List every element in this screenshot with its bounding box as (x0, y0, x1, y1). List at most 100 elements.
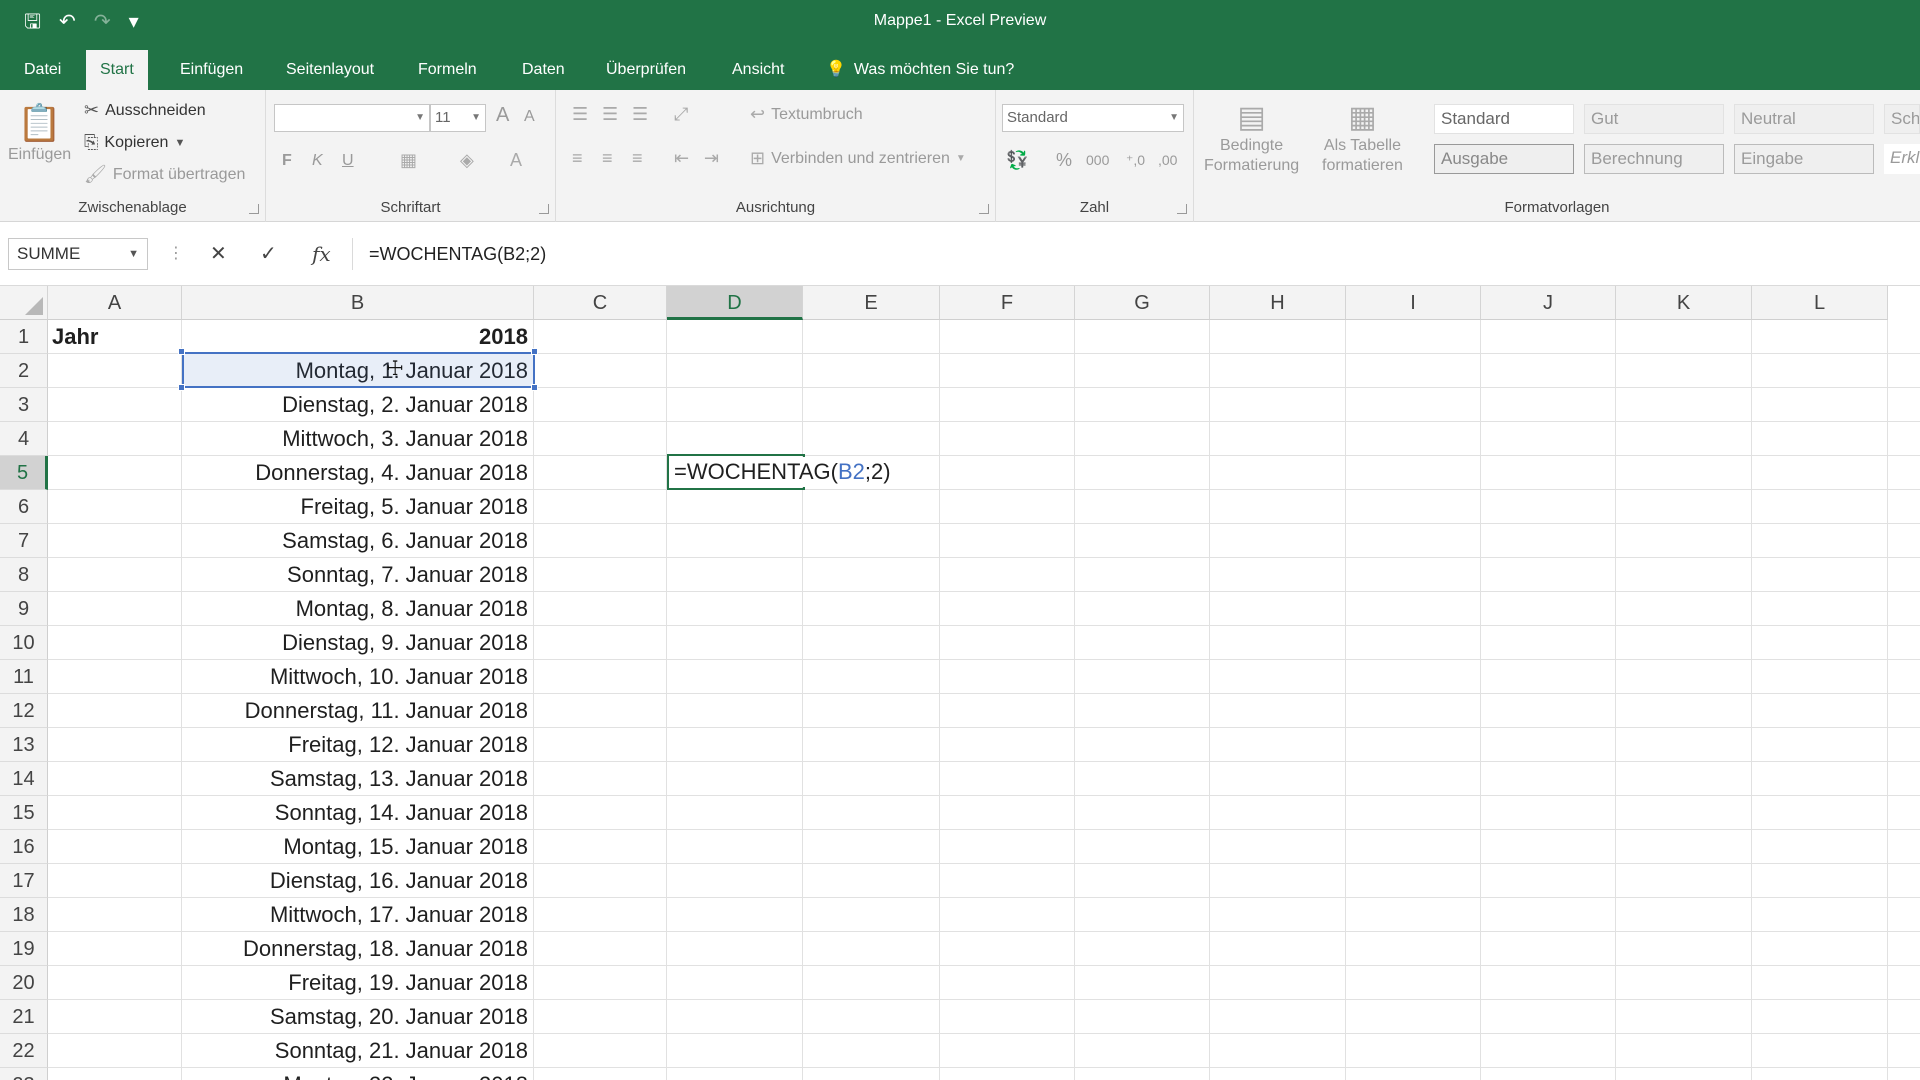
tab-seitenlayout[interactable]: Seitenlayout (272, 50, 388, 90)
align-right-button[interactable]: ≡ (632, 148, 643, 169)
tell-me-box[interactable]: 💡 Was möchten Sie tun? (826, 50, 1014, 90)
cell-editor[interactable]: =WOCHENTAG(B2;2) (670, 457, 891, 487)
cell-b16[interactable]: Montag, 15. Januar 2018 (182, 830, 534, 864)
increase-indent-button[interactable]: ⇥ (704, 148, 719, 169)
row-header-21[interactable]: 21 (0, 1000, 48, 1034)
column-header-b[interactable]: B (182, 286, 534, 320)
row-header-19[interactable]: 19 (0, 932, 48, 966)
column-header-j[interactable]: J (1481, 286, 1616, 320)
wrap-text-button[interactable]: ↩ Textumbruch (750, 104, 863, 125)
currency-button[interactable]: 💱 (1006, 150, 1028, 171)
row-header-13[interactable]: 13 (0, 728, 48, 762)
row-header-14[interactable]: 14 (0, 762, 48, 796)
cell-b9[interactable]: Montag, 8. Januar 2018 (182, 592, 534, 626)
cell-b7[interactable]: Samstag, 6. Januar 2018 (182, 524, 534, 558)
cut-button[interactable]: ✂ Ausschneiden (84, 100, 206, 121)
align-bottom-button[interactable]: ☰ (632, 104, 648, 125)
cell-b3[interactable]: Dienstag, 2. Januar 2018 (182, 388, 534, 422)
dialog-launcher-icon[interactable] (249, 204, 259, 214)
chevron-down-icon[interactable]: ▼ (128, 239, 139, 269)
grow-font-button[interactable]: A (496, 104, 509, 127)
row-header-2[interactable]: 2 (0, 354, 48, 388)
row-header-8[interactable]: 8 (0, 558, 48, 592)
font-color-button[interactable]: A (510, 150, 522, 171)
cell-b23[interactable]: Montag, 22. Januar 2018 (182, 1068, 534, 1080)
cell-b4[interactable]: Mittwoch, 3. Januar 2018 (182, 422, 534, 456)
border-button[interactable]: ▦ (400, 150, 417, 171)
cell-b13[interactable]: Freitag, 12. Januar 2018 (182, 728, 534, 762)
cell-b20[interactable]: Freitag, 19. Januar 2018 (182, 966, 534, 1000)
format-as-table-button[interactable]: ▦ Als Tabelle formatieren (1322, 100, 1403, 175)
style-gut[interactable]: Gut (1584, 104, 1724, 134)
merge-center-button[interactable]: ⊞ Verbinden und zentrieren ▼ (750, 148, 966, 169)
shrink-font-button[interactable]: A (524, 108, 535, 126)
column-header-c[interactable]: C (534, 286, 667, 320)
row-header-18[interactable]: 18 (0, 898, 48, 932)
fill-color-button[interactable]: ◈ (460, 150, 474, 171)
tab-formeln[interactable]: Formeln (404, 50, 491, 90)
increase-decimal-button[interactable]: ⁺,0 (1126, 152, 1145, 169)
style-ausgabe[interactable]: Ausgabe (1434, 144, 1574, 174)
tab-start[interactable]: Start (86, 50, 148, 90)
cell-a1[interactable]: Jahr (52, 320, 98, 354)
cell-b17[interactable]: Dienstag, 16. Januar 2018 (182, 864, 534, 898)
copy-button[interactable]: ⎘ Kopieren ▼ (84, 132, 185, 153)
row-header-7[interactable]: 7 (0, 524, 48, 558)
dialog-launcher-icon[interactable] (1177, 204, 1187, 214)
cell-b15[interactable]: Sonntag, 14. Januar 2018 (182, 796, 534, 830)
formula-input[interactable]: =WOCHENTAG(B2;2) (352, 238, 1920, 270)
percent-button[interactable]: % (1056, 150, 1072, 171)
column-header-f[interactable]: F (940, 286, 1075, 320)
decrease-indent-button[interactable]: ⇤ (674, 148, 689, 169)
cell-b8[interactable]: Sonntag, 7. Januar 2018 (182, 558, 534, 592)
row-header-20[interactable]: 20 (0, 966, 48, 1000)
align-middle-button[interactable]: ☰ (602, 104, 618, 125)
align-left-button[interactable]: ≡ (572, 148, 583, 169)
tab-datei[interactable]: Datei (10, 50, 75, 90)
style-erklaerend[interactable]: Erkl (1884, 144, 1920, 174)
cell-b19[interactable]: Donnerstag, 18. Januar 2018 (182, 932, 534, 966)
row-header-11[interactable]: 11 (0, 660, 48, 694)
column-header-l[interactable]: L (1752, 286, 1888, 320)
thousands-button[interactable]: 000 (1086, 152, 1109, 168)
cell-b6[interactable]: Freitag, 5. Januar 2018 (182, 490, 534, 524)
decrease-decimal-button[interactable]: ,00 (1158, 152, 1177, 168)
cancel-icon[interactable]: ✕ (210, 238, 227, 270)
column-header-a[interactable]: A (48, 286, 182, 320)
cell-b18[interactable]: Mittwoch, 17. Januar 2018 (182, 898, 534, 932)
align-top-button[interactable]: ☰ (572, 104, 588, 125)
cell-b21[interactable]: Samstag, 20. Januar 2018 (182, 1000, 534, 1034)
column-header-e[interactable]: E (803, 286, 940, 320)
style-eingabe[interactable]: Eingabe (1734, 144, 1874, 174)
column-header-d[interactable]: D (667, 286, 803, 320)
style-berechnung[interactable]: Berechnung (1584, 144, 1724, 174)
paste-button[interactable]: 📋 Einfügen (8, 102, 71, 164)
worksheet-grid[interactable]: ABCDEFGHIJKL 1 2 3 4 5 6 7 8 9 10 11 12 13 14 15 16 17 18… (0, 286, 1920, 1080)
conditional-formatting-button[interactable]: ▤ Bedingte Formatierung (1204, 100, 1299, 175)
tab-ansicht[interactable]: Ansicht (718, 50, 798, 90)
row-header-9[interactable]: 9 (0, 592, 48, 626)
cell-b22[interactable]: Sonntag, 21. Januar 2018 (182, 1034, 534, 1068)
cell-b5[interactable]: Donnerstag, 4. Januar 2018 (182, 456, 534, 490)
row-header-22[interactable]: 22 (0, 1034, 48, 1068)
font-name-combo[interactable]: ▼ (274, 104, 430, 132)
selection-handle[interactable] (178, 384, 185, 391)
more-icon[interactable]: ⋮ (168, 238, 184, 270)
row-header-23[interactable]: 23 (0, 1068, 48, 1080)
style-neutral[interactable]: Neutral (1734, 104, 1874, 134)
row-header-12[interactable]: 12 (0, 694, 48, 728)
selection-handle[interactable] (531, 348, 538, 355)
font-size-combo[interactable]: 11 ▼ (430, 104, 486, 132)
column-header-i[interactable]: I (1346, 286, 1481, 320)
name-box[interactable]: SUMME ▼ (8, 238, 148, 270)
cell-b10[interactable]: Dienstag, 9. Januar 2018 (182, 626, 534, 660)
row-header-10[interactable]: 10 (0, 626, 48, 660)
selection-handle[interactable] (531, 384, 538, 391)
tab-ueberpruefen[interactable]: Überprüfen (592, 50, 700, 90)
column-header-g[interactable]: G (1075, 286, 1210, 320)
select-all-button[interactable] (0, 286, 48, 320)
row-header-3[interactable]: 3 (0, 388, 48, 422)
insert-function-icon[interactable]: fx (312, 238, 331, 270)
column-header-k[interactable]: K (1616, 286, 1752, 320)
enter-icon[interactable]: ✓ (260, 238, 277, 270)
